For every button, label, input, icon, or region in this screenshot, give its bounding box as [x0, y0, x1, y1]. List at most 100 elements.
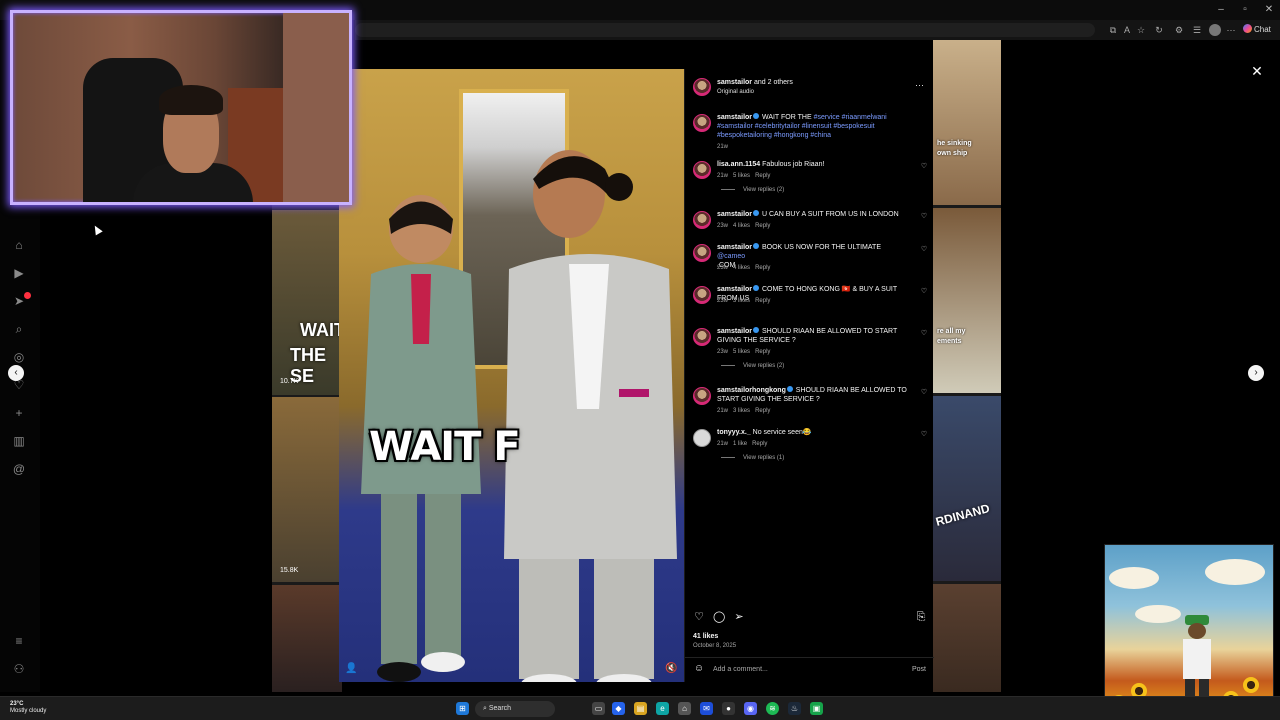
- minimize-icon[interactable]: –: [1210, 2, 1232, 18]
- likes-count[interactable]: 41 likes: [693, 632, 718, 641]
- favorite-star-icon[interactable]: ☆: [1135, 24, 1147, 36]
- comment-username[interactable]: samstailor: [717, 328, 752, 335]
- comment-avatar[interactable]: [693, 211, 711, 229]
- explore-icon[interactable]: ◎: [12, 350, 26, 364]
- view-replies-label[interactable]: View replies (2): [743, 187, 784, 193]
- comment-icon[interactable]: ◯: [713, 611, 725, 623]
- copilot-taskbar-icon[interactable]: ◆: [612, 702, 625, 715]
- previous-arrow-icon[interactable]: ‹: [8, 365, 24, 381]
- more-hamburger-icon[interactable]: ≡: [12, 634, 26, 648]
- home-icon[interactable]: ⌂: [12, 238, 26, 252]
- grid-tile[interactable]: re all my ements: [933, 208, 1001, 393]
- add-comment-input[interactable]: Add a comment...: [713, 665, 768, 674]
- open-in-app-icon[interactable]: ⧉: [1107, 24, 1119, 36]
- post-comment-button[interactable]: Post: [912, 665, 926, 674]
- store-icon[interactable]: ⌂: [678, 702, 691, 715]
- comment-like-heart-icon[interactable]: ♡: [920, 163, 928, 171]
- comment-avatar[interactable]: [693, 387, 711, 405]
- comment-username[interactable]: samstailorhongkong: [717, 387, 786, 394]
- close-window-icon[interactable]: ✕: [1258, 2, 1280, 18]
- reply-button[interactable]: Reply: [755, 408, 770, 414]
- create-plus-icon[interactable]: +: [12, 406, 26, 420]
- comment-like-heart-icon[interactable]: ♡: [920, 288, 928, 296]
- search-icon[interactable]: ⌕: [12, 322, 26, 336]
- comment-avatar[interactable]: [693, 429, 711, 447]
- author-avatar[interactable]: [693, 78, 711, 96]
- comment-like-heart-icon[interactable]: ♡: [920, 389, 928, 397]
- taskbar-search[interactable]: ⌕ Search: [475, 701, 555, 717]
- start-windows-icon[interactable]: ⊞: [456, 702, 469, 715]
- comment-likes[interactable]: 1 like: [733, 441, 747, 447]
- file-explorer-icon[interactable]: ▤: [634, 702, 647, 715]
- weather-widget[interactable]: 23°C Mostly cloudy: [10, 701, 46, 715]
- comment-username[interactable]: samstailor: [717, 244, 752, 251]
- view-replies-button[interactable]: View replies (1): [721, 454, 784, 462]
- comment-likes[interactable]: 3 likes: [733, 298, 750, 304]
- comment-avatar[interactable]: [693, 286, 711, 304]
- tagged-user-icon[interactable]: 👤: [345, 663, 357, 675]
- reply-button[interactable]: Reply: [752, 441, 767, 447]
- edge-browser-icon[interactable]: e: [656, 702, 669, 715]
- read-aloud-icon[interactable]: A: [1121, 24, 1133, 36]
- comment-likes[interactable]: 5 likes: [733, 349, 750, 355]
- close-reel-icon[interactable]: ✕: [1250, 64, 1264, 78]
- comment-like-heart-icon[interactable]: ♡: [920, 330, 928, 338]
- steam-icon[interactable]: ♨: [788, 702, 801, 715]
- coauthors-text[interactable]: and 2 others: [752, 79, 793, 86]
- view-replies-label[interactable]: View replies (2): [743, 363, 784, 369]
- emoji-icon[interactable]: ☺: [693, 663, 705, 675]
- audio-label[interactable]: Original audio: [717, 88, 754, 96]
- view-replies-button[interactable]: View replies (2): [721, 186, 784, 194]
- grid-tile[interactable]: RDINAND: [933, 396, 1001, 581]
- save-bookmark-icon[interactable]: ⎘: [915, 611, 927, 623]
- view-replies-label[interactable]: View replies (1): [743, 455, 784, 461]
- comment-likes[interactable]: 5 likes: [733, 173, 750, 179]
- profile-avatar[interactable]: [1209, 24, 1221, 36]
- discord-icon[interactable]: ◉: [744, 702, 757, 715]
- comment-mention[interactable]: @cameo: [717, 253, 745, 260]
- comment-username[interactable]: samstailor: [717, 211, 752, 218]
- comment-avatar[interactable]: [693, 328, 711, 346]
- refresh-icon[interactable]: ↻: [1153, 24, 1165, 36]
- like-heart-icon[interactable]: ♡: [693, 611, 705, 623]
- more-options-icon[interactable]: ···: [915, 81, 924, 90]
- mute-icon[interactable]: 🔇: [665, 663, 677, 675]
- reply-button[interactable]: Reply: [755, 223, 770, 229]
- comment-avatar[interactable]: [693, 244, 711, 262]
- threads-icon[interactable]: @: [12, 462, 26, 476]
- also-from-meta-icon[interactable]: ⚇: [12, 662, 26, 676]
- restore-icon[interactable]: ▫: [1234, 2, 1256, 18]
- comment-like-heart-icon[interactable]: ♡: [920, 213, 928, 221]
- reels-icon[interactable]: ▶: [12, 266, 26, 280]
- favorites-icon[interactable]: ☰: [1191, 24, 1203, 36]
- share-send-icon[interactable]: ➢: [733, 611, 745, 623]
- comment-avatar[interactable]: [693, 161, 711, 179]
- grid-tile[interactable]: 15.8K: [272, 397, 342, 582]
- author-username[interactable]: samstailor: [717, 79, 752, 86]
- grid-tile[interactable]: [933, 584, 1001, 692]
- grid-tile[interactable]: he sinking own ship: [933, 40, 1001, 205]
- view-replies-button[interactable]: View replies (2): [721, 362, 784, 370]
- task-view-icon[interactable]: ▭: [592, 702, 605, 715]
- comment-like-heart-icon[interactable]: ♡: [920, 246, 928, 254]
- obs-icon[interactable]: ●: [722, 702, 735, 715]
- reply-button[interactable]: Reply: [755, 173, 770, 179]
- comment-likes[interactable]: 4 likes: [733, 223, 750, 229]
- comment-like-heart-icon[interactable]: ♡: [920, 431, 928, 439]
- spotify-icon[interactable]: ≋: [766, 702, 779, 715]
- mail-icon[interactable]: ✉: [700, 702, 713, 715]
- grid-tile[interactable]: [272, 585, 342, 692]
- address-bar[interactable]: [355, 23, 1095, 37]
- extensions-icon[interactable]: ⚙: [1173, 24, 1185, 36]
- reply-button[interactable]: Reply: [755, 265, 770, 271]
- caption-username[interactable]: samstailor: [717, 114, 752, 121]
- reply-button[interactable]: Reply: [755, 298, 770, 304]
- comment-likes[interactable]: 3 likes: [733, 408, 750, 414]
- dashboard-icon[interactable]: ▥: [12, 434, 26, 448]
- next-arrow-icon[interactable]: ›: [1248, 365, 1264, 381]
- comment-username[interactable]: tonyyy.x._: [717, 429, 751, 436]
- reply-button[interactable]: Reply: [755, 349, 770, 355]
- comment-username[interactable]: samstailor: [717, 286, 752, 293]
- grid-tile[interactable]: WAIT THE SE 10.7K: [272, 210, 342, 395]
- more-menu-icon[interactable]: ⋯: [1225, 24, 1237, 36]
